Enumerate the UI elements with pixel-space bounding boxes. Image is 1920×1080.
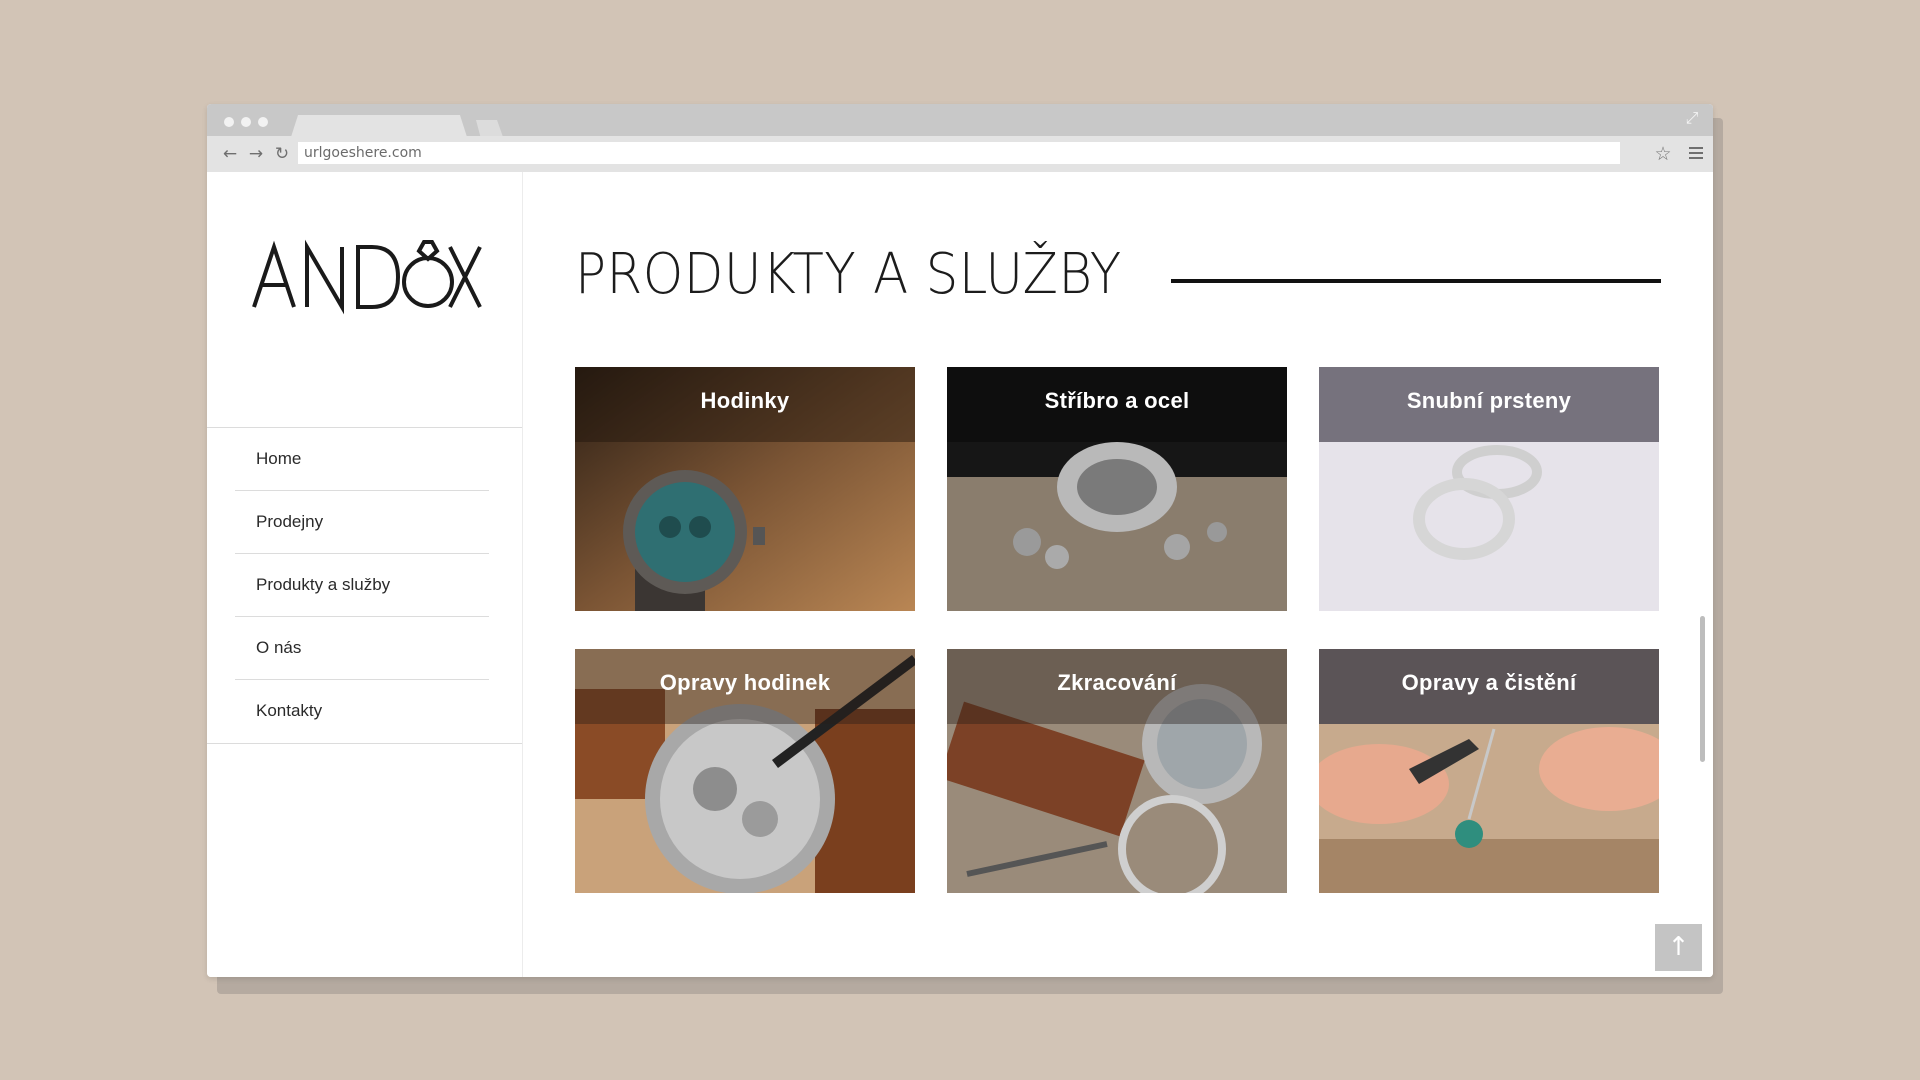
nav-item-home[interactable]: Home — [235, 428, 489, 491]
product-card-hodinky[interactable]: Hodinky — [575, 367, 915, 611]
product-card-opravy-hodinek[interactable]: Opravy hodinek — [575, 649, 915, 893]
scrollbar-thumb[interactable] — [1700, 616, 1705, 762]
product-card-label: Stříbro a ocel — [947, 367, 1287, 442]
expand-icon[interactable]: ⤢ — [1683, 110, 1701, 128]
product-grid: Hodinky Stříbro a ocel Snubní prsteny Op… — [575, 367, 1661, 893]
browser-window: ⤢ ← → ↻ ☆ — [207, 104, 1713, 977]
hamburger-menu-icon[interactable] — [1689, 147, 1703, 159]
nav-item-o-nas[interactable]: O nás — [235, 617, 489, 680]
browser-toolbar: ← → ↻ ☆ — [207, 136, 1713, 172]
nav-item-produkty-a-sluzby[interactable]: Produkty a služby — [235, 554, 489, 617]
main-area: PRODUKTY A SLUŽBY Hodinky Stříbro a ocel… — [523, 172, 1713, 977]
nav-item-kontakty[interactable]: Kontakty — [235, 680, 489, 742]
sidebar-divider — [207, 743, 522, 744]
nav-item-prodejny[interactable]: Prodejny — [235, 491, 489, 554]
window-close-dot[interactable] — [224, 117, 234, 127]
product-card-label: Opravy hodinek — [575, 649, 915, 724]
product-card-zkracovani[interactable]: Zkracování — [947, 649, 1287, 893]
product-card-label: Zkracování — [947, 649, 1287, 724]
product-card-stribro-a-ocel[interactable]: Stříbro a ocel — [947, 367, 1287, 611]
browser-tab[interactable] — [291, 115, 467, 137]
product-card-label: Snubní prsteny — [1319, 367, 1659, 442]
arrow-right-icon[interactable]: → — [246, 145, 266, 163]
browser-titlebar: ⤢ — [207, 104, 1713, 137]
new-tab-button[interactable] — [476, 120, 503, 137]
product-card-label: Opravy a čistění — [1319, 649, 1659, 724]
product-card-snubni-prsteny[interactable]: Snubní prsteny — [1319, 367, 1659, 611]
window-minimize-dot[interactable] — [241, 117, 251, 127]
site-logo[interactable] — [252, 232, 482, 322]
url-input[interactable] — [298, 142, 1620, 164]
back-to-top-button[interactable]: ↑ — [1655, 924, 1702, 971]
window-maximize-dot[interactable] — [258, 117, 268, 127]
product-card-opravy-a-cisteni[interactable]: Opravy a čistění — [1319, 649, 1659, 893]
title-underline — [1171, 279, 1661, 283]
arrow-left-icon[interactable]: ← — [220, 145, 240, 163]
star-icon[interactable]: ☆ — [1653, 144, 1673, 164]
sidebar-nav: Home Prodejny Produkty a služby O nás Ko… — [235, 428, 489, 742]
reload-icon[interactable]: ↻ — [272, 145, 292, 163]
page-title: PRODUKTY A SLUŽBY — [575, 242, 1122, 307]
sidebar: Home Prodejny Produkty a služby O nás Ko… — [207, 172, 523, 977]
page-content: Home Prodejny Produkty a služby O nás Ko… — [207, 172, 1713, 977]
product-card-label: Hodinky — [575, 367, 915, 442]
